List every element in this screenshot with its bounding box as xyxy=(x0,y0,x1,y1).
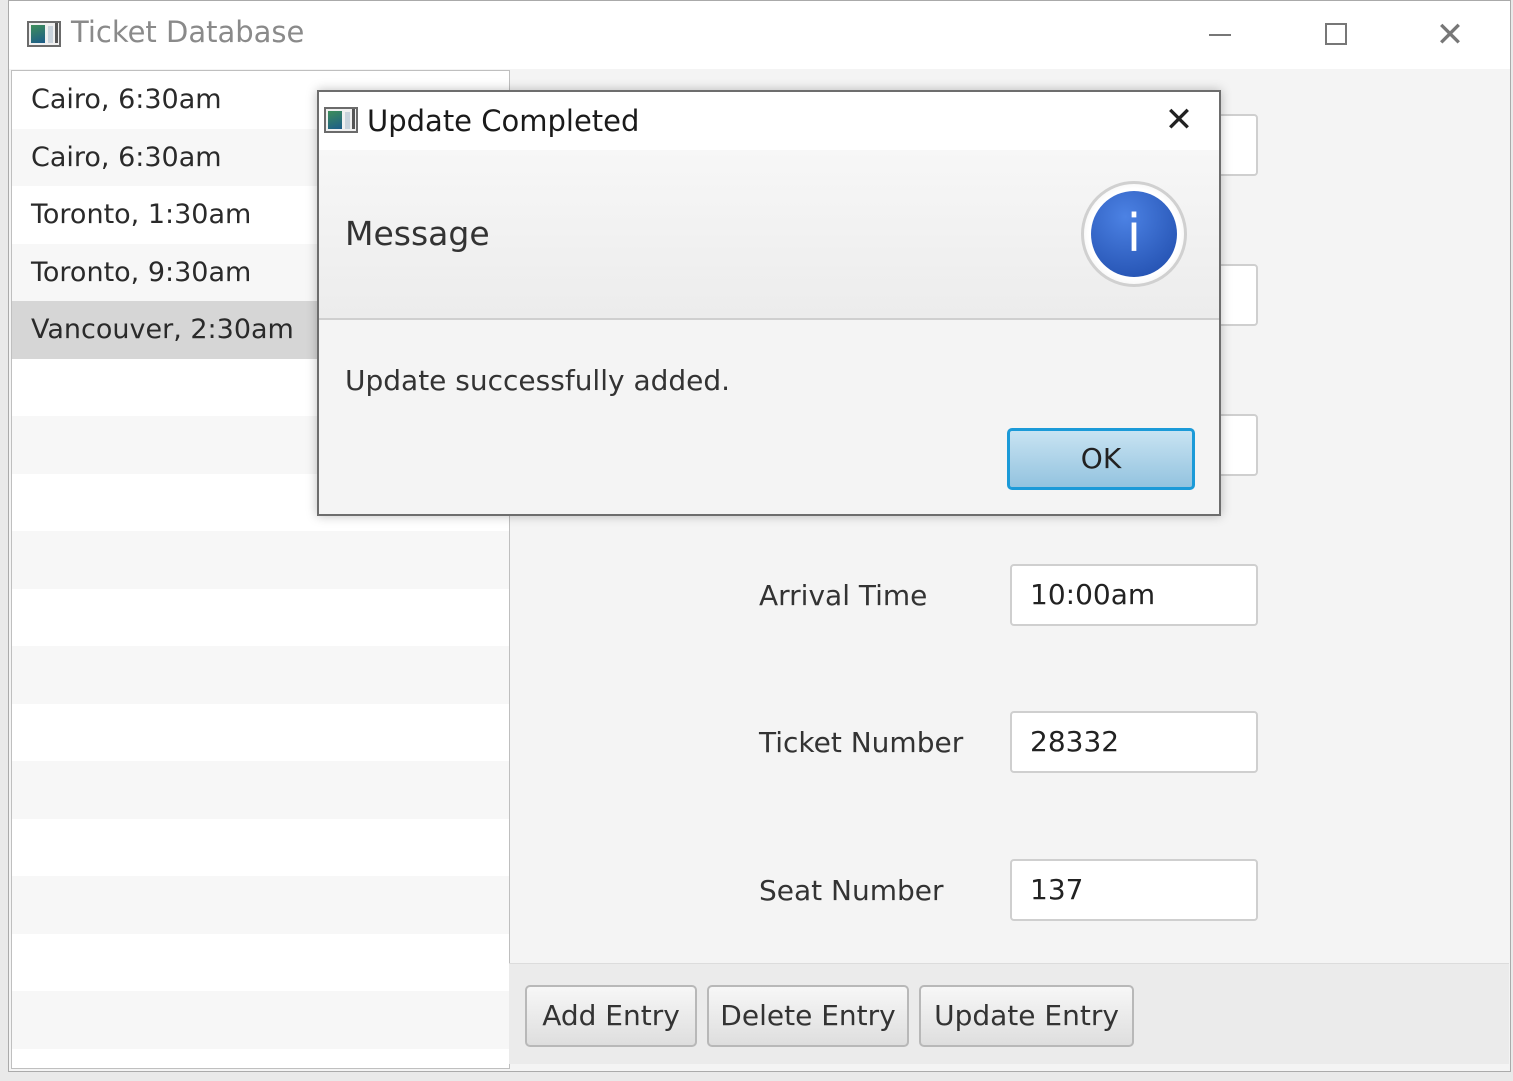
seat-number-field[interactable]: 137 xyxy=(1010,859,1258,921)
update-entry-button[interactable]: Update Entry xyxy=(919,985,1134,1047)
empty-list-row xyxy=(12,991,509,1049)
empty-list-row xyxy=(12,646,509,704)
empty-list-row xyxy=(12,589,509,647)
dialog-header: Message i xyxy=(319,150,1219,320)
button-bar: Add Entry Delete Entry Update Entry xyxy=(509,963,1509,1064)
empty-list-row xyxy=(12,1049,509,1069)
dialog-title: Update Completed xyxy=(367,104,640,138)
empty-list-row xyxy=(12,531,509,589)
empty-list-row xyxy=(12,876,509,934)
arrival-time-label: Arrival Time xyxy=(759,579,928,612)
dialog-header-text: Message xyxy=(345,214,490,253)
info-icon: i xyxy=(1081,181,1187,287)
empty-list-row xyxy=(12,704,509,762)
empty-list-row xyxy=(12,934,509,992)
close-icon[interactable]: ✕ xyxy=(1430,17,1470,53)
ticket-number-field[interactable]: 28332 xyxy=(1010,711,1258,773)
window-titlebar[interactable]: Ticket Database ✕ xyxy=(9,1,1510,69)
dialog-app-icon xyxy=(324,107,358,133)
dialog-message: Update successfully added. xyxy=(345,364,731,397)
ok-button[interactable]: OK xyxy=(1007,428,1195,490)
arrival-time-field[interactable]: 10:00am xyxy=(1010,564,1258,626)
seat-number-label: Seat Number xyxy=(759,874,944,907)
minimize-icon[interactable] xyxy=(1199,17,1239,53)
empty-list-row xyxy=(12,761,509,819)
delete-entry-button[interactable]: Delete Entry xyxy=(707,985,909,1047)
info-glyph: i xyxy=(1091,191,1177,277)
update-completed-dialog: Update Completed ✕ Message i Update succ… xyxy=(317,90,1221,516)
ticket-number-label: Ticket Number xyxy=(759,726,964,759)
dialog-close-icon[interactable]: ✕ xyxy=(1159,100,1199,140)
add-entry-button[interactable]: Add Entry xyxy=(525,985,697,1047)
dialog-titlebar[interactable]: Update Completed ✕ xyxy=(319,92,1219,150)
maximize-icon[interactable] xyxy=(1315,17,1355,53)
empty-list-row xyxy=(12,819,509,877)
window-title: Ticket Database xyxy=(71,15,305,49)
app-icon xyxy=(27,21,61,47)
